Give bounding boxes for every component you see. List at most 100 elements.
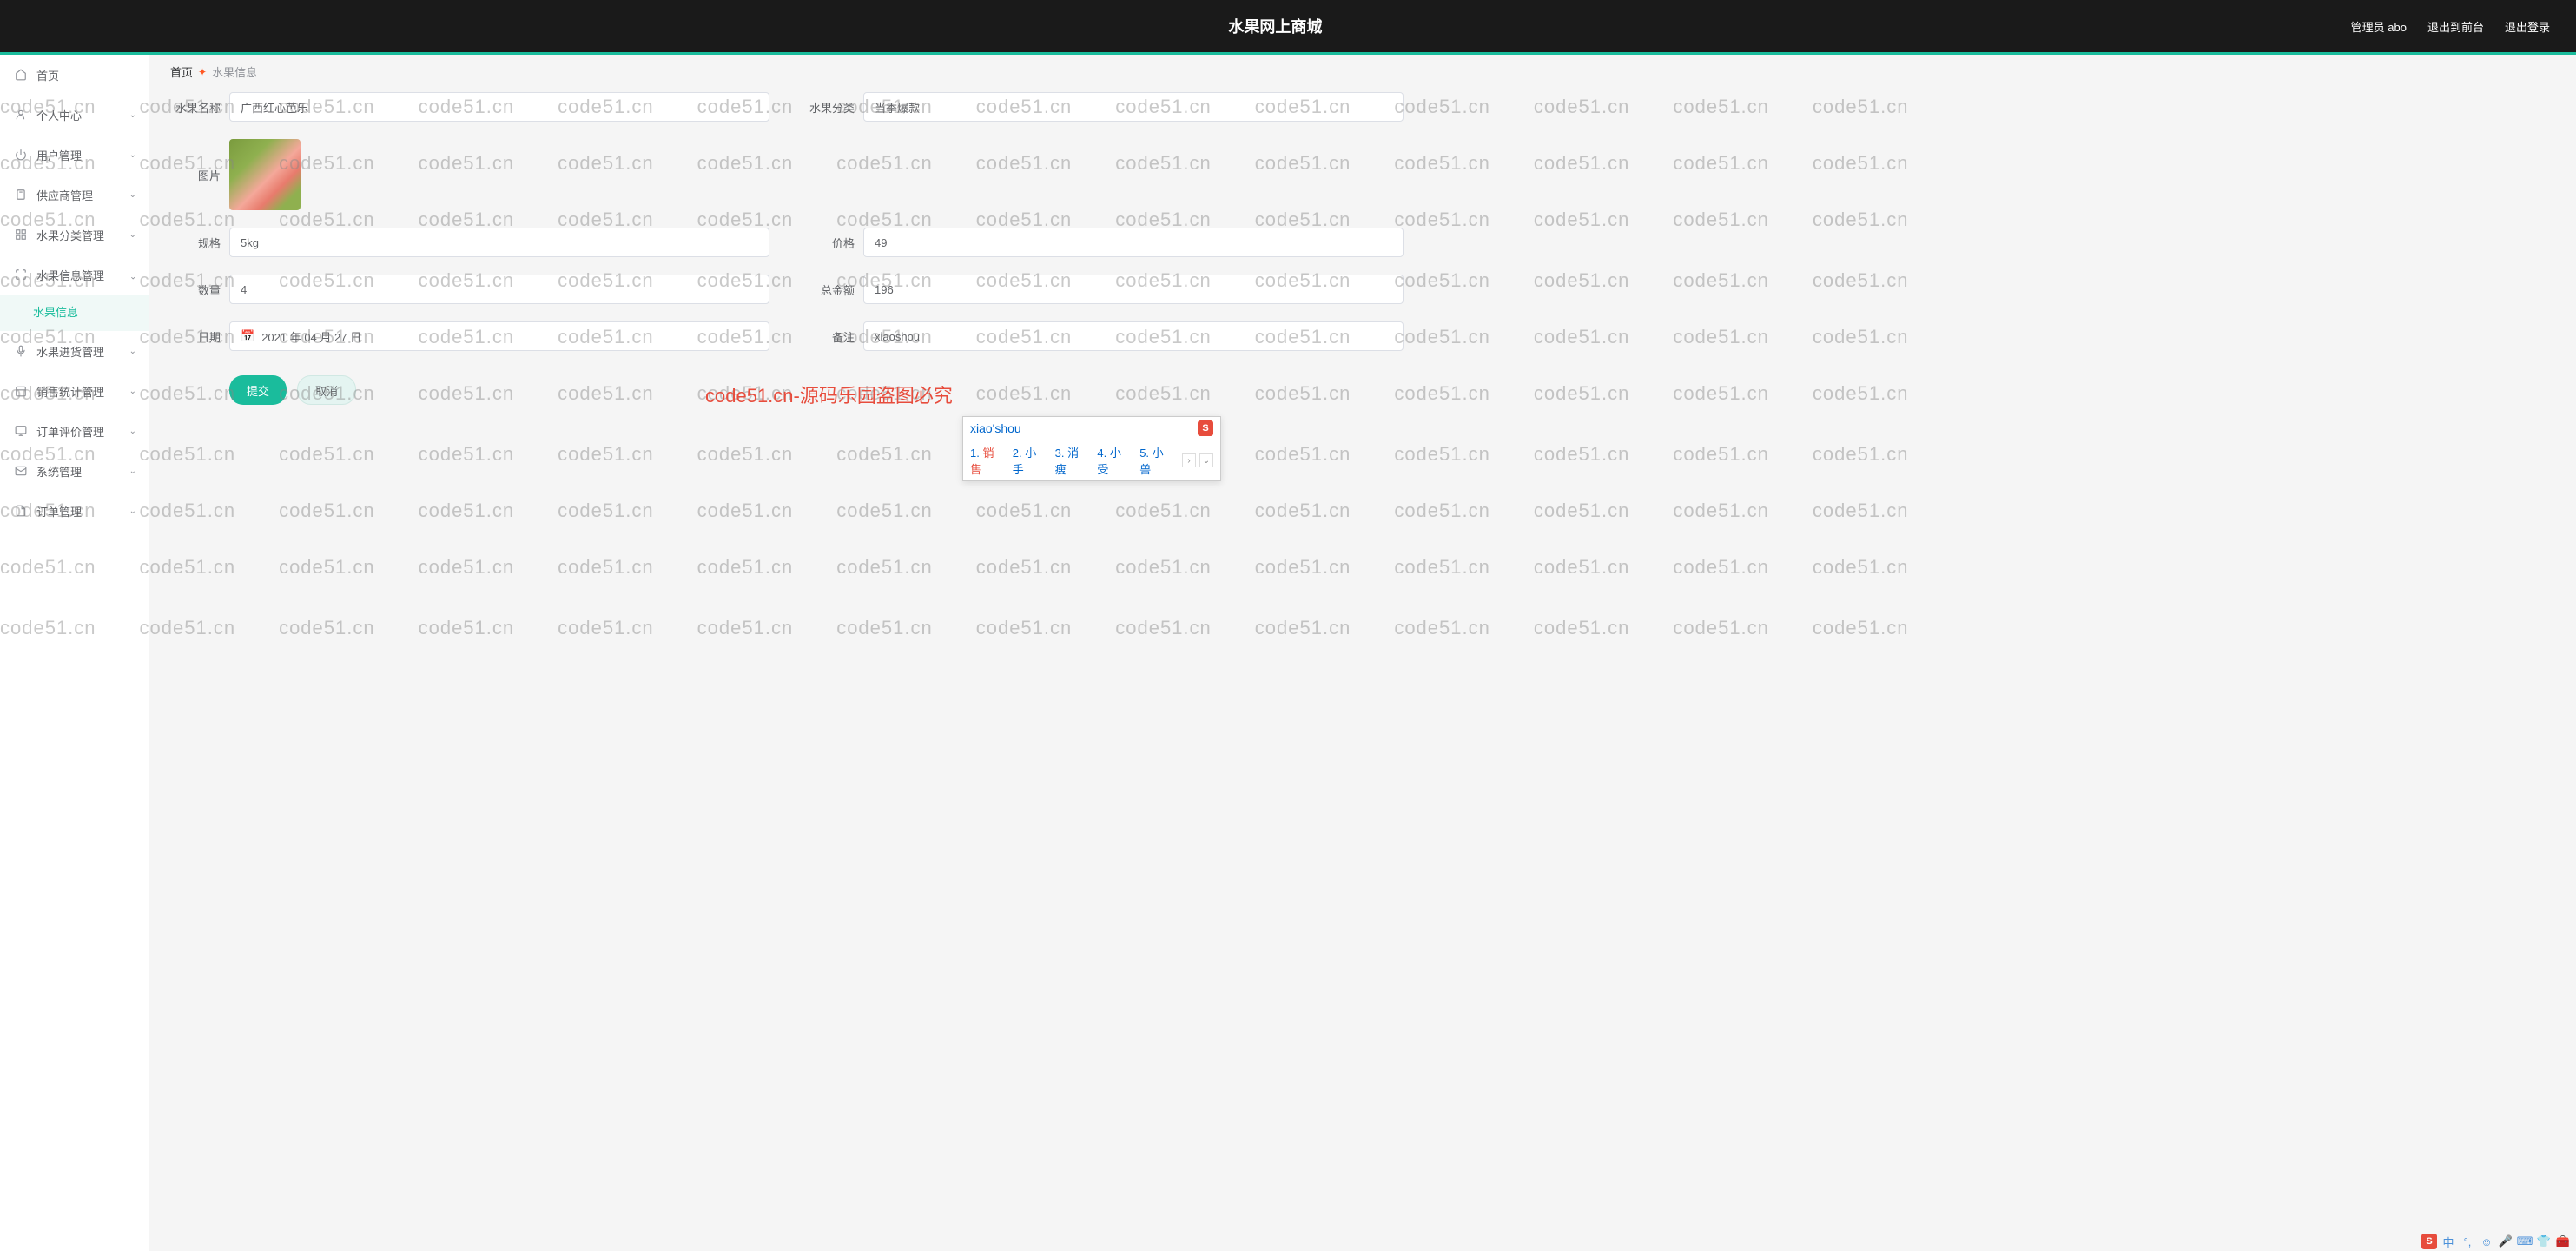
sogou-logo-icon: S bbox=[1198, 420, 1213, 436]
name-input[interactable] bbox=[229, 92, 769, 122]
ime-mode-icon[interactable]: 中 bbox=[2441, 1234, 2456, 1249]
sidebar-item-orders[interactable]: 订单管理 ⌄ bbox=[0, 491, 149, 531]
sidebar-item-label: 供应商管理 bbox=[36, 187, 93, 203]
sidebar: 首页 个人中心 ⌄ 用户管理 ⌄ 供应商管理 ⌄ 水果分类管理 ⌄ 水果信息管理… bbox=[0, 55, 149, 1251]
grid-icon bbox=[14, 228, 28, 242]
ime-pinyin: xiao'shou bbox=[970, 421, 1021, 435]
spec-label: 规格 bbox=[170, 235, 221, 251]
ime-candidates: 1. 销售 2. 小手 3. 消瘦 4. 小受 5. 小兽 › ⌄ bbox=[963, 440, 1220, 480]
sidebar-item-category[interactable]: 水果分类管理 ⌄ bbox=[0, 215, 149, 255]
chevron-down-icon: ⌄ bbox=[129, 467, 136, 476]
sidebar-item-purchase[interactable]: 水果进货管理 ⌄ bbox=[0, 331, 149, 371]
chevron-down-icon: ⌄ bbox=[129, 110, 136, 120]
calendar-icon: 📅 bbox=[241, 329, 254, 343]
row-date: 日期 📅 2021 年 04 月 27 日 bbox=[170, 321, 769, 351]
app-title: 水果网上商城 bbox=[26, 15, 2351, 37]
row-name: 水果名称 bbox=[170, 92, 769, 122]
ime-candidate[interactable]: 2. 小手 bbox=[1013, 444, 1043, 477]
cancel-button[interactable]: 取消 bbox=[297, 375, 356, 405]
sidebar-item-label: 系统管理 bbox=[36, 463, 82, 480]
date-value: 2021 年 04 月 27 日 bbox=[261, 328, 361, 345]
chevron-down-icon: ⌄ bbox=[129, 190, 136, 200]
expand-icon bbox=[14, 268, 28, 281]
emoji-icon[interactable]: ☺ bbox=[2479, 1234, 2494, 1249]
user-icon bbox=[14, 108, 28, 122]
sidebar-item-system[interactable]: 系统管理 ⌄ bbox=[0, 451, 149, 491]
ime-candidate[interactable]: 3. 消瘦 bbox=[1055, 444, 1086, 477]
sidebar-item-label: 用户管理 bbox=[36, 147, 82, 163]
qty-input[interactable] bbox=[229, 275, 769, 304]
sidebar-subitem-fruit-info[interactable]: 水果信息 bbox=[0, 295, 149, 331]
sidebar-item-fruit-info[interactable]: 水果信息管理 ⌃ bbox=[0, 255, 149, 295]
mic-icon bbox=[14, 344, 28, 358]
punctuation-icon[interactable]: °, bbox=[2460, 1234, 2475, 1249]
name-label: 水果名称 bbox=[170, 99, 221, 116]
ime-candidate[interactable]: 4. 小受 bbox=[1097, 444, 1127, 477]
breadcrumb-current: 水果信息 bbox=[212, 63, 257, 80]
home-icon bbox=[14, 68, 28, 82]
toolbox-icon[interactable]: 🧰 bbox=[2555, 1234, 2571, 1249]
sidebar-item-profile[interactable]: 个人中心 ⌄ bbox=[0, 95, 149, 135]
breadcrumb-home[interactable]: 首页 bbox=[170, 63, 193, 80]
sidebar-item-supplier[interactable]: 供应商管理 ⌄ bbox=[0, 175, 149, 215]
ime-dropdown-icon[interactable]: ⌄ bbox=[1199, 453, 1213, 467]
row-category: 水果分类 bbox=[804, 92, 1404, 122]
ime-next-icon[interactable]: › bbox=[1182, 453, 1196, 467]
total-input[interactable] bbox=[863, 275, 1404, 304]
row-qty: 数量 bbox=[170, 275, 769, 304]
calendar-icon bbox=[14, 384, 28, 398]
fruit-form: 水果名称 水果分类 图片 规格 价格 数量 bbox=[170, 92, 1404, 405]
header-right: 管理员 abo 退出到前台 退出登录 bbox=[2351, 18, 2550, 35]
sidebar-item-users[interactable]: 用户管理 ⌄ bbox=[0, 135, 149, 175]
sidebar-item-home[interactable]: 首页 bbox=[0, 55, 149, 95]
row-spec: 规格 bbox=[170, 228, 769, 257]
voice-icon[interactable]: 🎤 bbox=[2498, 1234, 2513, 1249]
sidebar-item-label: 水果进货管理 bbox=[36, 343, 104, 360]
row-image: 图片 bbox=[170, 139, 1404, 210]
remark-input[interactable] bbox=[863, 321, 1404, 351]
guava-image bbox=[229, 139, 301, 210]
chevron-down-icon: ⌄ bbox=[129, 347, 136, 356]
sidebar-item-label: 销售统计管理 bbox=[36, 383, 104, 400]
chevron-down-icon: ⌄ bbox=[129, 150, 136, 160]
submit-button[interactable]: 提交 bbox=[229, 375, 287, 405]
mail-icon bbox=[14, 464, 28, 478]
price-label: 价格 bbox=[804, 235, 855, 251]
ime-candidate[interactable]: 5. 小兽 bbox=[1139, 444, 1170, 477]
sidebar-item-label: 订单管理 bbox=[36, 503, 82, 520]
skin-icon[interactable]: 👕 bbox=[2536, 1234, 2552, 1249]
image-label: 图片 bbox=[170, 167, 221, 183]
logout-link[interactable]: 退出登录 bbox=[2505, 18, 2550, 35]
sogou-tray-icon[interactable]: S bbox=[2421, 1234, 2437, 1249]
spec-input[interactable] bbox=[229, 228, 769, 257]
power-icon bbox=[14, 148, 28, 162]
sidebar-item-label: 水果信息管理 bbox=[36, 267, 104, 283]
header: 水果网上商城 管理员 abo 退出到前台 退出登录 bbox=[0, 0, 2576, 52]
ime-nav: › ⌄ bbox=[1182, 453, 1213, 467]
sidebar-item-sales[interactable]: 销售统计管理 ⌄ bbox=[0, 371, 149, 411]
chevron-down-icon: ⌄ bbox=[129, 387, 136, 396]
date-input[interactable]: 📅 2021 年 04 月 27 日 bbox=[229, 321, 769, 351]
breadcrumb: 首页 ✦ 水果信息 bbox=[170, 63, 2555, 80]
row-remark: 备注 bbox=[804, 321, 1404, 351]
system-tray: S 中 °, ☺ 🎤 ⌨ 👕 🧰 bbox=[2421, 1234, 2571, 1249]
row-total: 总金额 bbox=[804, 275, 1404, 304]
clipboard-icon bbox=[14, 188, 28, 202]
admin-label[interactable]: 管理员 abo bbox=[2351, 18, 2407, 35]
goto-front-link[interactable]: 退出到前台 bbox=[2427, 18, 2484, 35]
sidebar-item-label: 个人中心 bbox=[36, 107, 82, 123]
chevron-down-icon: ⌄ bbox=[129, 427, 136, 436]
file-icon bbox=[14, 504, 28, 518]
category-input[interactable] bbox=[863, 92, 1404, 122]
ime-candidate[interactable]: 1. 销售 bbox=[970, 444, 1001, 477]
price-input[interactable] bbox=[863, 228, 1404, 257]
sidebar-item-label: 水果分类管理 bbox=[36, 227, 104, 243]
sidebar-item-review[interactable]: 订单评价管理 ⌄ bbox=[0, 411, 149, 451]
ime-input-row: xiao'shou S bbox=[963, 417, 1220, 440]
chevron-down-icon: ⌄ bbox=[129, 230, 136, 240]
image-preview[interactable] bbox=[229, 139, 301, 210]
keyboard-icon[interactable]: ⌨ bbox=[2517, 1234, 2533, 1249]
form-actions: 提交 取消 bbox=[170, 375, 1404, 405]
chevron-down-icon: ⌄ bbox=[129, 506, 136, 516]
row-price: 价格 bbox=[804, 228, 1404, 257]
